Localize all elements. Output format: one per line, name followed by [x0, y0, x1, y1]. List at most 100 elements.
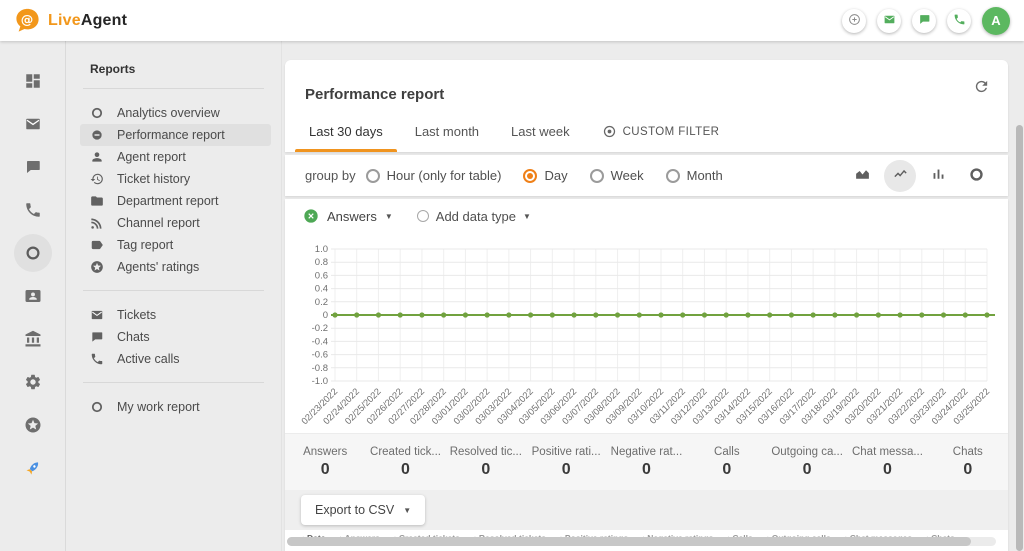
rail-item-chats[interactable] [0, 145, 65, 188]
group-by-radio-day[interactable]: Day [523, 168, 567, 183]
horizontal-scrollbar-thumb[interactable] [287, 537, 971, 546]
rail-item-billing[interactable] [0, 317, 65, 360]
page-title: Performance report [305, 86, 444, 103]
menu-item-label: Analytics overview [117, 106, 220, 120]
menu-item-my-work-report[interactable]: My work report [80, 396, 271, 418]
user-avatar[interactable]: A [982, 7, 1010, 35]
stat-label: Resolved tic... [446, 446, 526, 458]
svg-text:-0.4: -0.4 [312, 336, 328, 347]
rail-item-reports[interactable] [0, 231, 65, 274]
radio-icon[interactable] [666, 169, 680, 183]
ring-icon [90, 106, 104, 120]
liveagent-logo[interactable]: @ LiveAgent [14, 7, 127, 34]
group-by-options: Hour (only for table) Day Week Month [366, 168, 741, 183]
tab-last-month[interactable]: Last month [401, 124, 493, 152]
menu-item-tag-report[interactable]: Tag report [80, 234, 271, 256]
stat-label: Calls [687, 446, 767, 458]
stat-label: Created tick... [365, 446, 445, 458]
chart-type-toolbar [846, 160, 992, 192]
tab-last-week[interactable]: Last week [497, 124, 584, 152]
svg-text:0.2: 0.2 [315, 297, 328, 308]
area-chart-button[interactable] [846, 160, 878, 192]
series-chip-answers[interactable]: Answers ▼ [303, 208, 393, 224]
line-chart-button[interactable] [884, 160, 916, 192]
add-button[interactable] [842, 9, 866, 33]
menu-item-ticket-history[interactable]: Ticket history [80, 168, 271, 190]
vertical-scrollbar-thumb[interactable] [1016, 125, 1023, 551]
stat-chat-messa-: Chat messa...0 [847, 446, 927, 479]
rail-item-getting-started[interactable] [0, 446, 65, 489]
menu-item-tickets[interactable]: Tickets [80, 304, 271, 326]
star-circle-icon [24, 416, 42, 434]
rail-item-dashboard[interactable] [0, 59, 65, 102]
add-data-type-label: Add data type [436, 209, 516, 224]
tab-label: Last 30 days [309, 124, 383, 139]
rail-icon-wrap [14, 320, 52, 358]
group-by-radio-month[interactable]: Month [666, 168, 723, 183]
menu-item-label: Tag report [117, 238, 173, 252]
data-table-header: ↓Date↑Answers↑Created tickets↑Resolved t… [285, 530, 1008, 551]
chevron-down-icon[interactable]: ▼ [385, 212, 393, 221]
tab-last-30-days[interactable]: Last 30 days [295, 124, 397, 152]
envelope-icon [90, 308, 104, 322]
new-ticket-button[interactable] [877, 9, 901, 33]
rail-icon-wrap [14, 105, 52, 143]
active-item-halo [14, 234, 52, 272]
radio-icon[interactable] [366, 169, 380, 183]
add-data-type-button[interactable]: Add data type ▼ [417, 209, 531, 224]
remove-series-icon[interactable] [303, 208, 319, 224]
group-by-radio-week[interactable]: Week [590, 168, 644, 183]
rail-item-contacts[interactable] [0, 274, 65, 317]
group-by-radio-hour-only-for-table-[interactable]: Hour (only for table) [366, 168, 502, 183]
menu-item-channel-report[interactable]: Channel report [80, 212, 271, 234]
svg-text:0.8: 0.8 [315, 257, 328, 268]
bar-chart-button[interactable] [922, 160, 954, 192]
chevron-down-icon[interactable]: ▼ [523, 212, 531, 221]
export-to-csv-button[interactable]: Export to CSV ▼ [301, 495, 425, 525]
new-call-button[interactable] [947, 9, 971, 33]
menu-item-performance-report[interactable]: Performance report [80, 124, 271, 146]
menu-item-active-calls[interactable]: Active calls [80, 348, 271, 370]
rail-item-settings[interactable] [0, 360, 65, 403]
donut-chart-icon [968, 166, 985, 186]
horizontal-scrollbar-track[interactable] [287, 537, 996, 546]
rail-item-tickets[interactable] [0, 102, 65, 145]
donut-chart-button[interactable] [960, 160, 992, 192]
rail-item-achievements[interactable] [0, 403, 65, 446]
brand-agent: Agent [81, 12, 127, 29]
group-by-label: group by [305, 168, 356, 183]
tab-label: CUSTOM FILTER [623, 126, 720, 138]
content-area: Performance report Last 30 days Last mont… [282, 41, 1024, 551]
new-chat-button[interactable] [912, 9, 936, 33]
export-band: Export to CSV ▼ [285, 490, 1008, 530]
menu-item-agents-ratings[interactable]: Agents' ratings [80, 256, 271, 278]
refresh-button[interactable] [973, 78, 990, 98]
radio-label: Week [611, 168, 644, 183]
report-header-card: Performance report Last 30 days Last mont… [285, 60, 1008, 152]
radio-selected-icon[interactable] [523, 169, 537, 183]
menu-item-analytics-overview[interactable]: Analytics overview [80, 102, 271, 124]
radio-icon[interactable] [590, 169, 604, 183]
performance-chart: 1.00.80.60.40.20-0.2-0.4-0.6-0.8-1.002/2… [285, 233, 1008, 433]
chevron-down-icon: ▼ [403, 506, 411, 515]
menu-item-label: Active calls [117, 352, 180, 366]
svg-text:-0.2: -0.2 [312, 323, 328, 334]
menu-item-department-report[interactable]: Department report [80, 190, 271, 212]
reports-menu: Reports Analytics overview Performance re… [66, 41, 282, 551]
phone-icon [24, 201, 42, 219]
stat-chats: Chats0 [928, 446, 1008, 479]
ring-icon [90, 400, 104, 414]
rail-item-calls[interactable] [0, 188, 65, 231]
stat-label: Chat messa... [847, 446, 927, 458]
menu-item-agent-report[interactable]: Agent report [80, 146, 271, 168]
tab-custom-filter[interactable]: CUSTOM FILTER [588, 124, 734, 152]
filter-dot-icon [602, 124, 617, 139]
folder-icon [90, 194, 104, 208]
svg-text:1.0: 1.0 [315, 244, 328, 255]
top-actions: A [842, 7, 1010, 35]
divider [83, 290, 264, 291]
stat-value: 0 [687, 461, 767, 479]
menu-item-chats[interactable]: Chats [80, 326, 271, 348]
svg-text:0.6: 0.6 [315, 270, 328, 281]
reports-menu-title: Reports [90, 62, 281, 76]
